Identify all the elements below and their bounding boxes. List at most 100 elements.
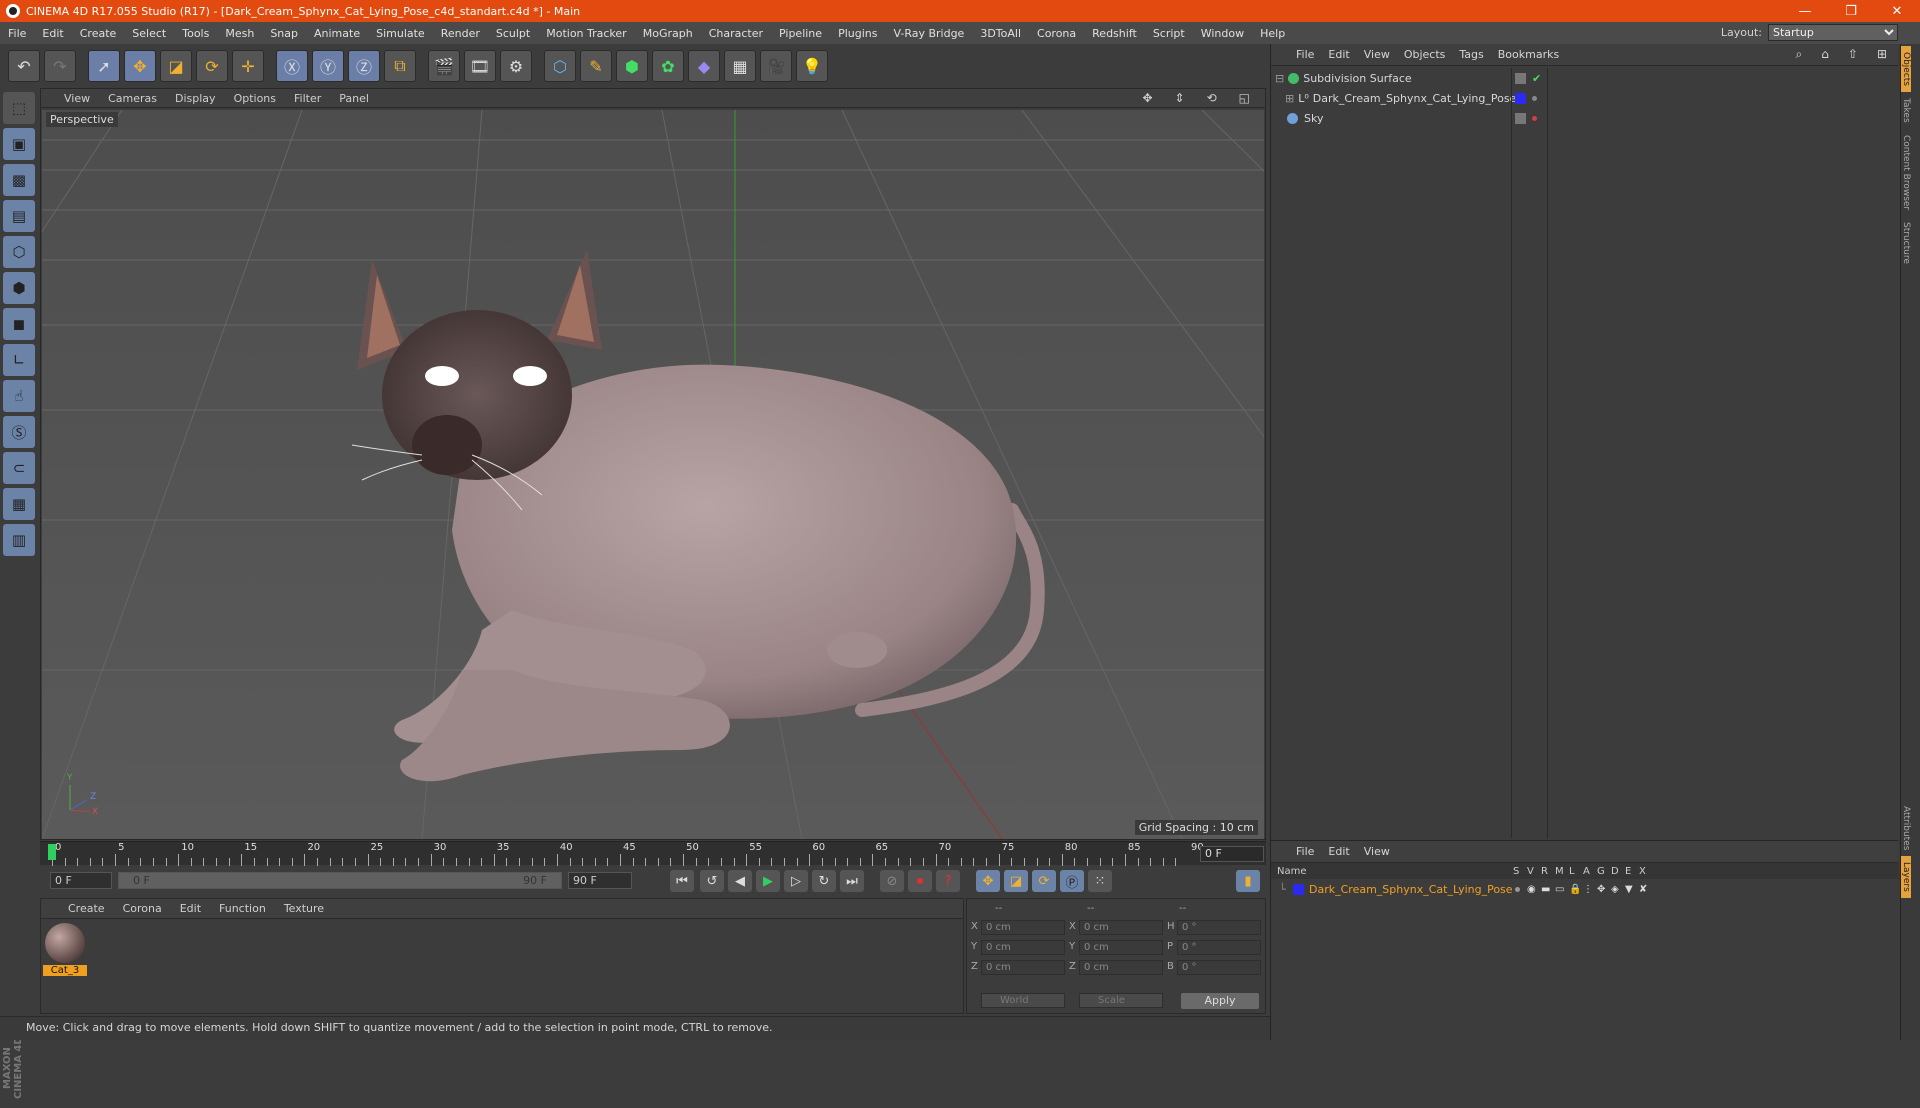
material-menu-edit[interactable]: Edit	[171, 902, 210, 915]
rotation-p-field[interactable]: 0 °	[1177, 940, 1261, 955]
viewport-menu-view[interactable]: View	[55, 92, 99, 105]
viewport-zoom-icon[interactable]: ⇕	[1166, 91, 1194, 105]
viewport-maximize-icon[interactable]: ◱	[1230, 91, 1259, 105]
object-menu-bookmarks[interactable]: Bookmarks	[1491, 48, 1566, 61]
tab-structure[interactable]: Structure	[1901, 216, 1911, 270]
menu-mograph[interactable]: MoGraph	[635, 27, 701, 40]
snap-icon[interactable]: ⊂	[3, 452, 35, 484]
object-visibility-toggles[interactable]: ✔	[1513, 68, 1549, 88]
nav-up-icon[interactable]: ⇧	[1841, 47, 1865, 62]
light-icon[interactable]: 💡	[796, 50, 828, 82]
render-settings-icon[interactable]: ⚙	[500, 50, 532, 82]
material-menu-function[interactable]: Function	[210, 902, 275, 915]
xref-icon[interactable]: ✘	[1639, 884, 1647, 895]
menu-snap[interactable]: Snap	[262, 27, 306, 40]
y-axis-lock-icon[interactable]: Ⓨ	[312, 50, 344, 82]
viewport-rotate-icon[interactable]: ⟲	[1198, 91, 1226, 105]
menu-3dtoall[interactable]: 3DToAll	[972, 27, 1029, 40]
object-visibility-toggles[interactable]	[1513, 88, 1549, 108]
coordinate-system-icon[interactable]: ⧉	[384, 50, 416, 82]
manager-icon[interactable]: ▭	[1555, 884, 1564, 895]
timeline-window-icon[interactable]: ▮	[1236, 870, 1260, 892]
render-picture-viewer-icon[interactable]: 🎞	[464, 50, 496, 82]
subdivision-surface-icon[interactable]: ⬢	[616, 50, 648, 82]
column-expressions[interactable]: E	[1625, 866, 1631, 877]
layer-color-swatch[interactable]	[1293, 884, 1304, 895]
apply-button[interactable]: Apply	[1181, 993, 1259, 1009]
key-scale-icon[interactable]: ◪	[1004, 870, 1028, 892]
animation-icon[interactable]: ⋮	[1583, 884, 1593, 895]
column-solo[interactable]: S	[1513, 866, 1519, 877]
viewport-menu-panel[interactable]: Panel	[330, 92, 378, 105]
rotation-b-field[interactable]: 0 °	[1177, 960, 1261, 975]
layer-menu-edit[interactable]: Edit	[1321, 845, 1356, 858]
cloner-icon[interactable]: ✿	[652, 50, 684, 82]
home-icon[interactable]: ⌂	[1814, 47, 1836, 62]
polygon-mode-icon[interactable]: ◼	[3, 308, 35, 340]
menu-help[interactable]: Help	[1252, 27, 1293, 40]
render-view-icon[interactable]: 🎬	[428, 50, 460, 82]
column-view[interactable]: V	[1527, 866, 1534, 877]
spline-pen-icon[interactable]: ✎	[580, 50, 612, 82]
restore-button[interactable]: ❐	[1828, 0, 1874, 22]
move-tool-icon[interactable]: ✥	[124, 50, 156, 82]
next-key-icon[interactable]: ↻	[812, 870, 836, 892]
minimize-button[interactable]: —	[1782, 0, 1828, 22]
next-frame-icon[interactable]: ▷	[784, 870, 808, 892]
undo-icon[interactable]: ↶	[8, 50, 40, 82]
layer-row[interactable]: └ Dark_Cream_Sphynx_Cat_Lying_Pose ◉ ▬ ▭…	[1271, 881, 1899, 898]
key-position-icon[interactable]: ✥	[976, 870, 1000, 892]
x-axis-lock-icon[interactable]: Ⓧ	[276, 50, 308, 82]
object-menu-tags[interactable]: Tags	[1452, 48, 1490, 61]
current-frame-field[interactable]: 0 F	[1200, 846, 1264, 862]
column-deformers[interactable]: D	[1611, 866, 1619, 877]
transform-mode-dropdown[interactable]: Scale	[1079, 993, 1163, 1008]
object-menu-edit[interactable]: Edit	[1321, 48, 1356, 61]
view-eye-icon[interactable]: ◉	[1527, 884, 1536, 895]
tab-attributes[interactable]: Attributes	[1901, 800, 1911, 856]
menu-character[interactable]: Character	[701, 27, 771, 40]
menu-sculpt[interactable]: Sculpt	[488, 27, 538, 40]
menu-plugins[interactable]: Plugins	[830, 27, 885, 40]
key-point-level-icon[interactable]: ⁙	[1088, 870, 1112, 892]
point-mode-icon[interactable]: ⬡	[3, 236, 35, 268]
column-manager[interactable]: M	[1555, 866, 1564, 877]
menu-render[interactable]: Render	[433, 27, 488, 40]
scale-tool-icon[interactable]: ◪	[160, 50, 192, 82]
menu-edit[interactable]: Edit	[34, 27, 71, 40]
position-y-field[interactable]: 0 cm	[981, 940, 1065, 955]
viewport-menu-display[interactable]: Display	[166, 92, 225, 105]
object-visibility-toggles[interactable]	[1513, 108, 1549, 128]
material-swatch[interactable]: Cat_3	[43, 923, 87, 976]
key-parameter-icon[interactable]: Ⓟ	[1060, 870, 1084, 892]
last-tool-icon[interactable]: ✛	[232, 50, 264, 82]
viewport-menu-options[interactable]: Options	[225, 92, 285, 105]
column-generators[interactable]: G	[1597, 866, 1605, 877]
tab-objects[interactable]: Objects	[1901, 46, 1911, 93]
solo-dot-icon[interactable]	[1515, 887, 1520, 892]
menu-simulate[interactable]: Simulate	[368, 27, 433, 40]
material-menu-corona[interactable]: Corona	[114, 902, 171, 915]
material-menu-create[interactable]: Create	[59, 902, 114, 915]
menu-select[interactable]: Select	[124, 27, 174, 40]
menu-script[interactable]: Script	[1145, 27, 1193, 40]
go-to-end-icon[interactable]: ⏭	[840, 870, 864, 892]
menu-corona[interactable]: Corona	[1029, 27, 1084, 40]
solo-icon[interactable]: Ⓢ	[3, 416, 35, 448]
visibility-dot-icon[interactable]	[1532, 115, 1537, 121]
menu-window[interactable]: Window	[1193, 27, 1252, 40]
floor-icon[interactable]: ▦	[724, 50, 756, 82]
column-animation[interactable]: A	[1583, 866, 1590, 877]
close-button[interactable]: ✕	[1874, 0, 1920, 22]
end-frame-field[interactable]: 90 F	[568, 872, 632, 889]
menu-redshift[interactable]: Redshift	[1084, 27, 1145, 40]
workplane-lock-icon[interactable]: ▦	[3, 488, 35, 520]
make-editable-icon[interactable]: ⬚	[3, 92, 35, 124]
axis-mode-icon[interactable]: ∟	[3, 344, 35, 376]
visibility-dot-icon[interactable]	[1532, 95, 1537, 101]
menu-mesh[interactable]: Mesh	[217, 27, 262, 40]
z-axis-lock-icon[interactable]: Ⓩ	[348, 50, 380, 82]
frame-range-slider[interactable]: 0 F 90 F	[118, 872, 562, 889]
viewport-menu-cameras[interactable]: Cameras	[99, 92, 166, 105]
material-menu-texture[interactable]: Texture	[275, 902, 333, 915]
